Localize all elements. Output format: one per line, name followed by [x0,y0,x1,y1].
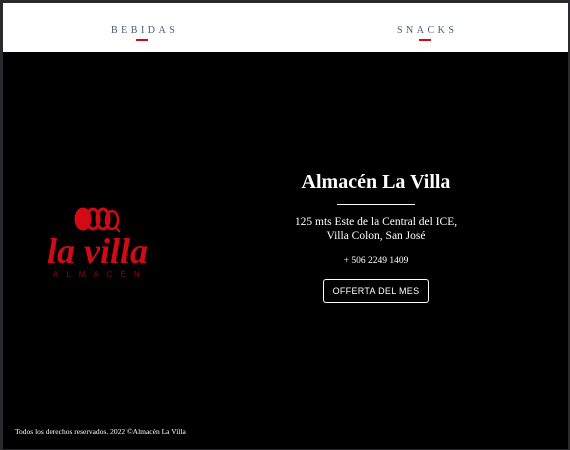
offer-of-month-button[interactable]: OFFERTA DEL MES [322,279,430,303]
nav-underline-bebidas [136,39,148,41]
logo-subtitle: ALMACÉN [53,270,148,279]
page: BEBIDAS SNACKS la villa ALMACÉN Almacén … [3,3,568,449]
barrel-icon [74,207,121,233]
store-info: Almacén La Villa 125 mts Este de la Cent… [261,169,491,303]
address-line-1: 125 mts Este de la Central del ICE, [294,216,458,228]
la-villa-logo: la villa ALMACÉN [43,203,153,283]
store-phone: + 506 2249 1409 [343,256,409,266]
top-navigation: BEBIDAS SNACKS [3,3,568,52]
nav-underline-snacks [419,39,431,41]
la-villa-logo-graphic: la villa ALMACÉN [47,207,148,279]
nav-item-bebidas[interactable]: BEBIDAS [111,25,178,36]
title-divider [337,204,415,205]
store-address: 125 mts Este de la Central del ICE, Vill… [261,215,491,243]
store-name: Almacén La Villa [301,171,451,193]
footer-copyright: Todos los derechos reservados. 2022 ©Alm… [15,427,186,436]
logo-wordmark: la villa [47,231,148,271]
address-line-2: Villa Colon, San José [326,230,426,242]
nav-item-snacks[interactable]: SNACKS [397,25,457,36]
